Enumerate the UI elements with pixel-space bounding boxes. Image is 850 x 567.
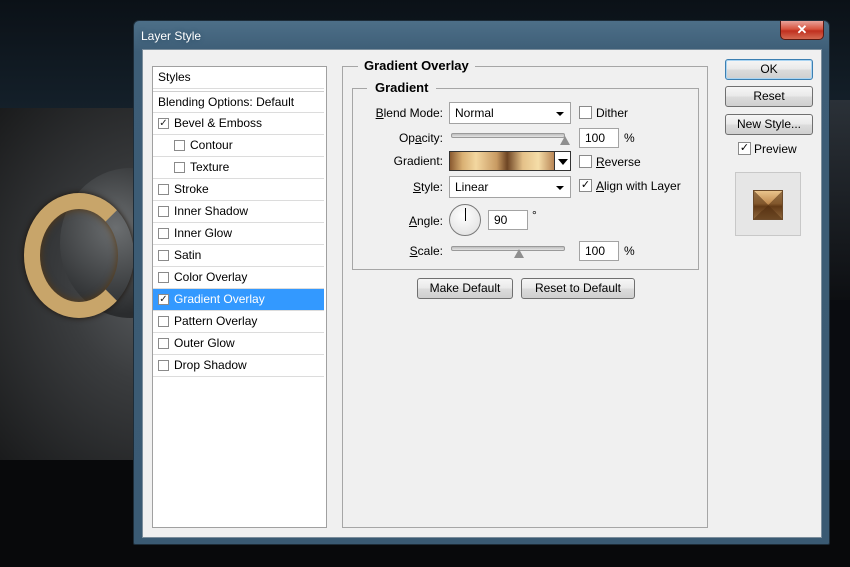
style-item-checkbox[interactable] (158, 316, 169, 327)
styles-header-label: Styles (158, 70, 191, 84)
opacity-unit: % (624, 131, 635, 145)
style-item-pattern-overlay[interactable]: Pattern Overlay (153, 311, 324, 333)
reset-to-default-button[interactable]: Reset to Default (521, 278, 635, 299)
style-item-label: Inner Shadow (174, 204, 249, 218)
style-item-checkbox[interactable] (158, 250, 169, 261)
gradient-label: Gradient: (393, 154, 443, 168)
scale-unit: % (624, 244, 635, 258)
opacity-slider-thumb[interactable] (560, 136, 570, 145)
preview-checkbox[interactable]: ✓ (738, 142, 751, 155)
style-item-checkbox[interactable] (158, 338, 169, 349)
dither-label: Dither (596, 106, 629, 120)
blend-mode-value: Normal (455, 106, 494, 120)
angle-dial-hand (465, 208, 466, 221)
gradient-group-title: Gradient (367, 80, 437, 95)
scale-label: Scale: (409, 244, 443, 258)
style-item-checkbox[interactable] (158, 272, 169, 283)
style-item-label: Texture (190, 160, 230, 174)
gradient-swatch[interactable] (449, 151, 555, 171)
blending-options-label: Blending Options: Default (158, 95, 295, 109)
style-item-label: Contour (190, 138, 233, 152)
style-item-label: Satin (174, 248, 202, 262)
reverse-label: Reverse (596, 155, 641, 169)
opacity-slider-track[interactable] (451, 133, 565, 138)
close-icon: ✕ (796, 22, 808, 37)
styles-list: Styles Blending Options: Default ✓ Bevel … (152, 66, 327, 528)
style-item-label: Inner Glow (174, 226, 233, 240)
gradient-overlay-group: Gradient Overlay Gradient Blend Mode: No… (342, 58, 708, 528)
chevron-down-icon (556, 112, 564, 116)
style-item-checkbox[interactable]: ✓ (158, 118, 169, 129)
opacity-input[interactable]: 100 (579, 128, 619, 148)
style-item-checkbox[interactable] (174, 140, 185, 151)
chevron-down-icon (556, 186, 564, 190)
style-item-label: Bevel & Emboss (174, 116, 263, 130)
dialog-client: Styles Blending Options: Default ✓ Bevel … (142, 49, 822, 538)
style-item-label: Drop Shadow (174, 358, 247, 372)
angle-unit: ° (532, 208, 537, 222)
style-item-checkbox[interactable] (158, 184, 169, 195)
blending-options-item[interactable]: Blending Options: Default (153, 91, 324, 113)
style-item-color-overlay[interactable]: Color Overlay (153, 267, 324, 289)
style-value: Linear (455, 180, 489, 194)
title-bar[interactable]: Layer Style ✕ (134, 21, 829, 49)
ok-button[interactable]: OK (725, 59, 813, 80)
chevron-down-icon (558, 159, 568, 165)
style-item-inner-glow[interactable]: Inner Glow (153, 223, 324, 245)
style-item-texture[interactable]: Texture (153, 157, 324, 179)
style-dropdown[interactable]: Linear (449, 176, 571, 198)
scale-input[interactable]: 100 (579, 241, 619, 261)
preview-label: Preview (754, 142, 797, 156)
style-item-drop-shadow[interactable]: Drop Shadow (153, 355, 324, 377)
style-item-checkbox[interactable]: ✓ (158, 294, 169, 305)
styles-header[interactable]: Styles (153, 67, 324, 89)
style-item-contour[interactable]: Contour (153, 135, 324, 157)
angle-dial[interactable] (449, 204, 481, 236)
dither-checkbox[interactable] (579, 106, 592, 119)
style-item-label: Outer Glow (174, 336, 235, 350)
gradient-picker-button[interactable] (555, 151, 571, 171)
style-item-inner-shadow[interactable]: Inner Shadow (153, 201, 324, 223)
style-item-checkbox[interactable] (158, 360, 169, 371)
reverse-checkbox[interactable] (579, 155, 592, 168)
opacity-label: Opacity: (398, 131, 443, 145)
angle-input[interactable]: 90 (488, 210, 528, 230)
new-style-button[interactable]: New Style... (725, 114, 813, 135)
style-item-gradient-overlay[interactable]: ✓ Gradient Overlay (153, 289, 324, 311)
style-item-label: Pattern Overlay (174, 314, 258, 328)
style-item-satin[interactable]: Satin (153, 245, 324, 267)
angle-label: Angle: (408, 214, 443, 228)
preview-box (735, 172, 801, 236)
blend-mode-dropdown[interactable]: Normal (449, 102, 571, 124)
style-item-label: Stroke (174, 182, 209, 196)
background-artwork (0, 108, 140, 460)
background-right (830, 100, 850, 300)
style-item-stroke[interactable]: Stroke (153, 179, 324, 201)
gradient-group: Gradient Blend Mode: Normal Dither Opaci… (352, 80, 699, 270)
scale-slider-thumb[interactable] (514, 249, 525, 258)
style-item-checkbox[interactable] (158, 228, 169, 239)
blend-mode-label: Blend Mode: (375, 106, 443, 120)
style-preview-swatch (753, 190, 783, 220)
close-button[interactable]: ✕ (780, 21, 824, 40)
reset-button[interactable]: Reset (725, 86, 813, 107)
style-item-label: Color Overlay (174, 270, 248, 284)
panel-title: Gradient Overlay (358, 58, 475, 73)
window-title: Layer Style (141, 29, 202, 43)
make-default-button[interactable]: Make Default (417, 278, 513, 299)
style-item-checkbox[interactable] (174, 162, 185, 173)
layer-style-dialog: Layer Style ✕ Styles Blending Options: D… (133, 20, 830, 545)
gold-letter-artwork (24, 193, 134, 318)
style-item-label: Gradient Overlay (174, 292, 265, 306)
style-label: Style: (412, 180, 443, 194)
align-with-layer-label: Align with Layer (596, 179, 681, 193)
align-with-layer-checkbox[interactable]: ✓ (579, 179, 592, 192)
style-item-bevel-emboss[interactable]: ✓ Bevel & Emboss (153, 113, 324, 135)
style-item-outer-glow[interactable]: Outer Glow (153, 333, 324, 355)
scale-slider-track[interactable] (451, 246, 565, 251)
style-item-checkbox[interactable] (158, 206, 169, 217)
